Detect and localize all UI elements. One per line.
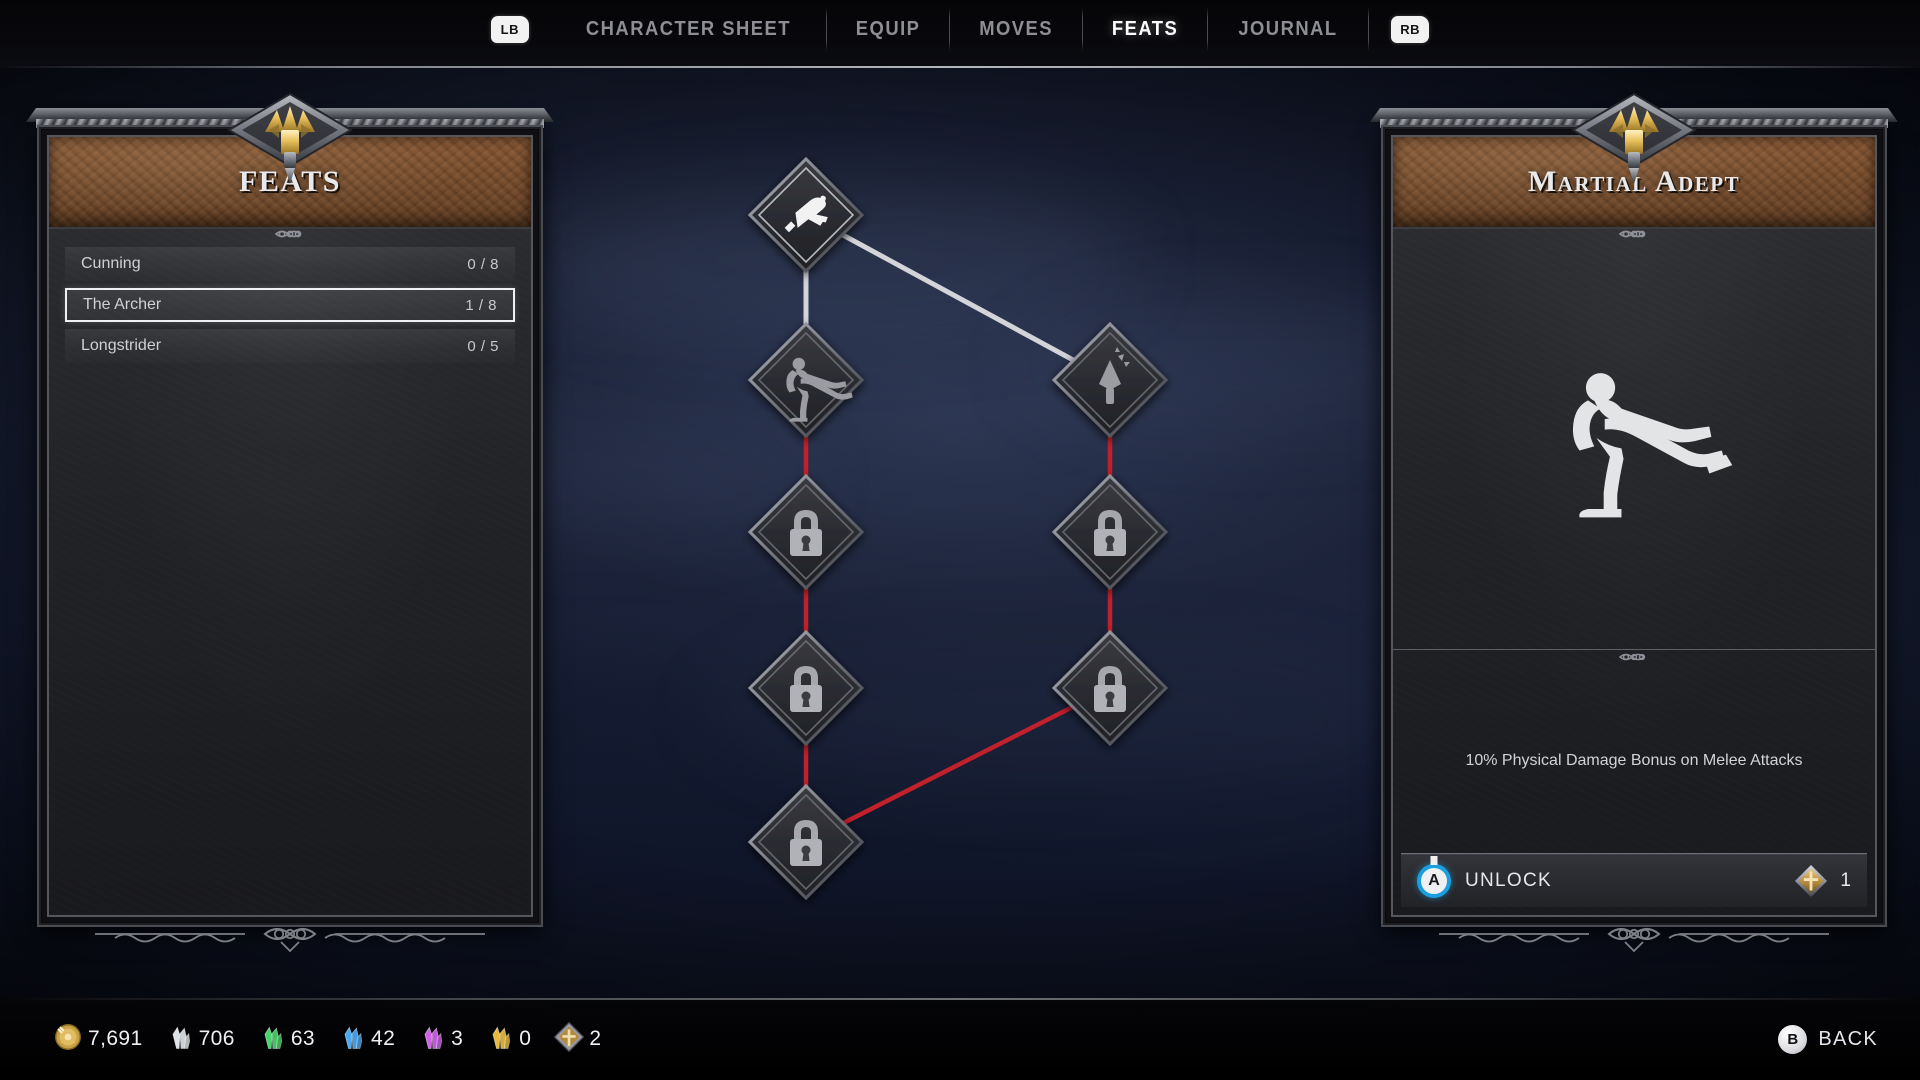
currency-value: 0 [519, 1027, 532, 1050]
green-crystal-icon [257, 1022, 287, 1057]
currency-item: 42 [337, 1022, 395, 1057]
currency-value: 2 [589, 1027, 602, 1050]
currency-item: 63 [257, 1022, 315, 1057]
feat-list-item[interactable]: Longstrider 0 / 5 [65, 329, 515, 363]
feat-point-icon [553, 1021, 585, 1058]
currency-value: 63 [290, 1027, 315, 1050]
feat-detail-icon [1409, 229, 1859, 649]
feat-list-item-label: Longstrider [81, 337, 162, 354]
nav-separator [825, 7, 827, 51]
right-bumper-icon[interactable]: RB [1391, 15, 1430, 43]
panel-body: Martial Adept 10% Physical Damage Bonus … [1381, 125, 1887, 927]
unlock-cost: 1 [1794, 864, 1851, 898]
currency-item: 7,691 [52, 1021, 143, 1058]
feat-list-item-label: Cunning [81, 255, 141, 272]
gold-coin-icon [52, 1021, 84, 1058]
feat-list-item[interactable]: Cunning 0 / 8 [65, 247, 515, 281]
panel-crest-ornament [1569, 86, 1699, 194]
a-button-icon[interactable]: A [1417, 863, 1451, 898]
panel-crest-ornament [225, 86, 355, 194]
back-button[interactable]: B BACK [1778, 1024, 1878, 1054]
panel-bottom-ornament [1419, 920, 1849, 954]
tab-feats[interactable]: FEATS [1088, 18, 1202, 41]
bottom-status-bar: 7,691 706 63 42 3 0 2 B BACK [0, 998, 1920, 1080]
currency-item: 2 [553, 1021, 601, 1058]
panel-body: FEATS Cunning0 / 8The Archer1 / 8Longstr… [37, 125, 543, 927]
tab-moves[interactable]: MOVES [955, 18, 1077, 41]
currency-item: 0 [485, 1022, 531, 1057]
nav-separator [948, 7, 950, 51]
tab-equip[interactable]: EQUIP [832, 18, 944, 41]
currency-item: 3 [417, 1022, 463, 1057]
currency-value: 3 [451, 1027, 464, 1050]
purple-crystal-icon [417, 1022, 447, 1057]
martial-kick-icon [1572, 373, 1733, 518]
top-navigation-bar: LB CHARACTER SHEET EQUIP MOVES FEATS JOURNAL R… [0, 0, 1920, 68]
b-button-icon[interactable]: B [1778, 1024, 1808, 1054]
feat-list-item-label: The Archer [83, 296, 162, 313]
white-crystal-icon [165, 1022, 195, 1057]
feat-point-icon [1795, 864, 1828, 897]
knot-separator [49, 228, 531, 240]
panel-inner: FEATS Cunning0 / 8The Archer1 / 8Longstr… [47, 135, 533, 917]
back-button-label: BACK [1818, 1027, 1878, 1050]
currency-value: 42 [370, 1027, 396, 1050]
nav-separator [1082, 7, 1084, 51]
nav-separator [1368, 7, 1370, 51]
unlock-cost-value: 1 [1840, 869, 1851, 891]
feat-detail-content: 10% Physical Damage Bonus on Melee Attac… [1393, 229, 1875, 915]
feat-detail-panel: Martial Adept 10% Physical Damage Bonus … [1374, 92, 1894, 953]
feats-list: Cunning 0 / 8 The Archer 1 / 8 Longstrider 0 … [49, 229, 531, 915]
feat-description: 10% Physical Damage Bonus on Melee Attac… [1465, 752, 1803, 769]
tab-journal[interactable]: JOURNAL [1215, 18, 1362, 41]
unlock-button-label: UNLOCK [1465, 869, 1552, 891]
currency-value: 7,691 [88, 1027, 143, 1050]
detail-divider [1393, 649, 1875, 663]
feat-list-item[interactable]: The Archer 1 / 8 [65, 288, 515, 322]
currency-value: 706 [198, 1027, 235, 1050]
blue-crystal-icon [337, 1022, 367, 1057]
panel-bottom-ornament [75, 920, 505, 954]
tab-character-sheet[interactable]: CHARACTER SHEET [562, 18, 815, 41]
currency-tray: 7,691 706 63 42 3 0 2 [52, 1021, 601, 1058]
unlock-action-bar[interactable]: A UNLOCK 1 [1401, 853, 1867, 907]
yellow-crystal-icon [485, 1022, 515, 1057]
feat-list-item-count: 0 / 5 [467, 337, 499, 355]
feats-list-panel: FEATS Cunning0 / 8The Archer1 / 8Longstr… [30, 92, 550, 953]
currency-item: 706 [165, 1022, 235, 1057]
left-bumper-icon[interactable]: LB [490, 15, 529, 43]
panel-inner: Martial Adept 10% Physical Damage Bonus … [1391, 135, 1877, 917]
nav-separator [1207, 7, 1209, 51]
feat-list-item-count: 0 / 8 [467, 255, 499, 273]
feat-list-item-count: 1 / 8 [465, 296, 497, 314]
